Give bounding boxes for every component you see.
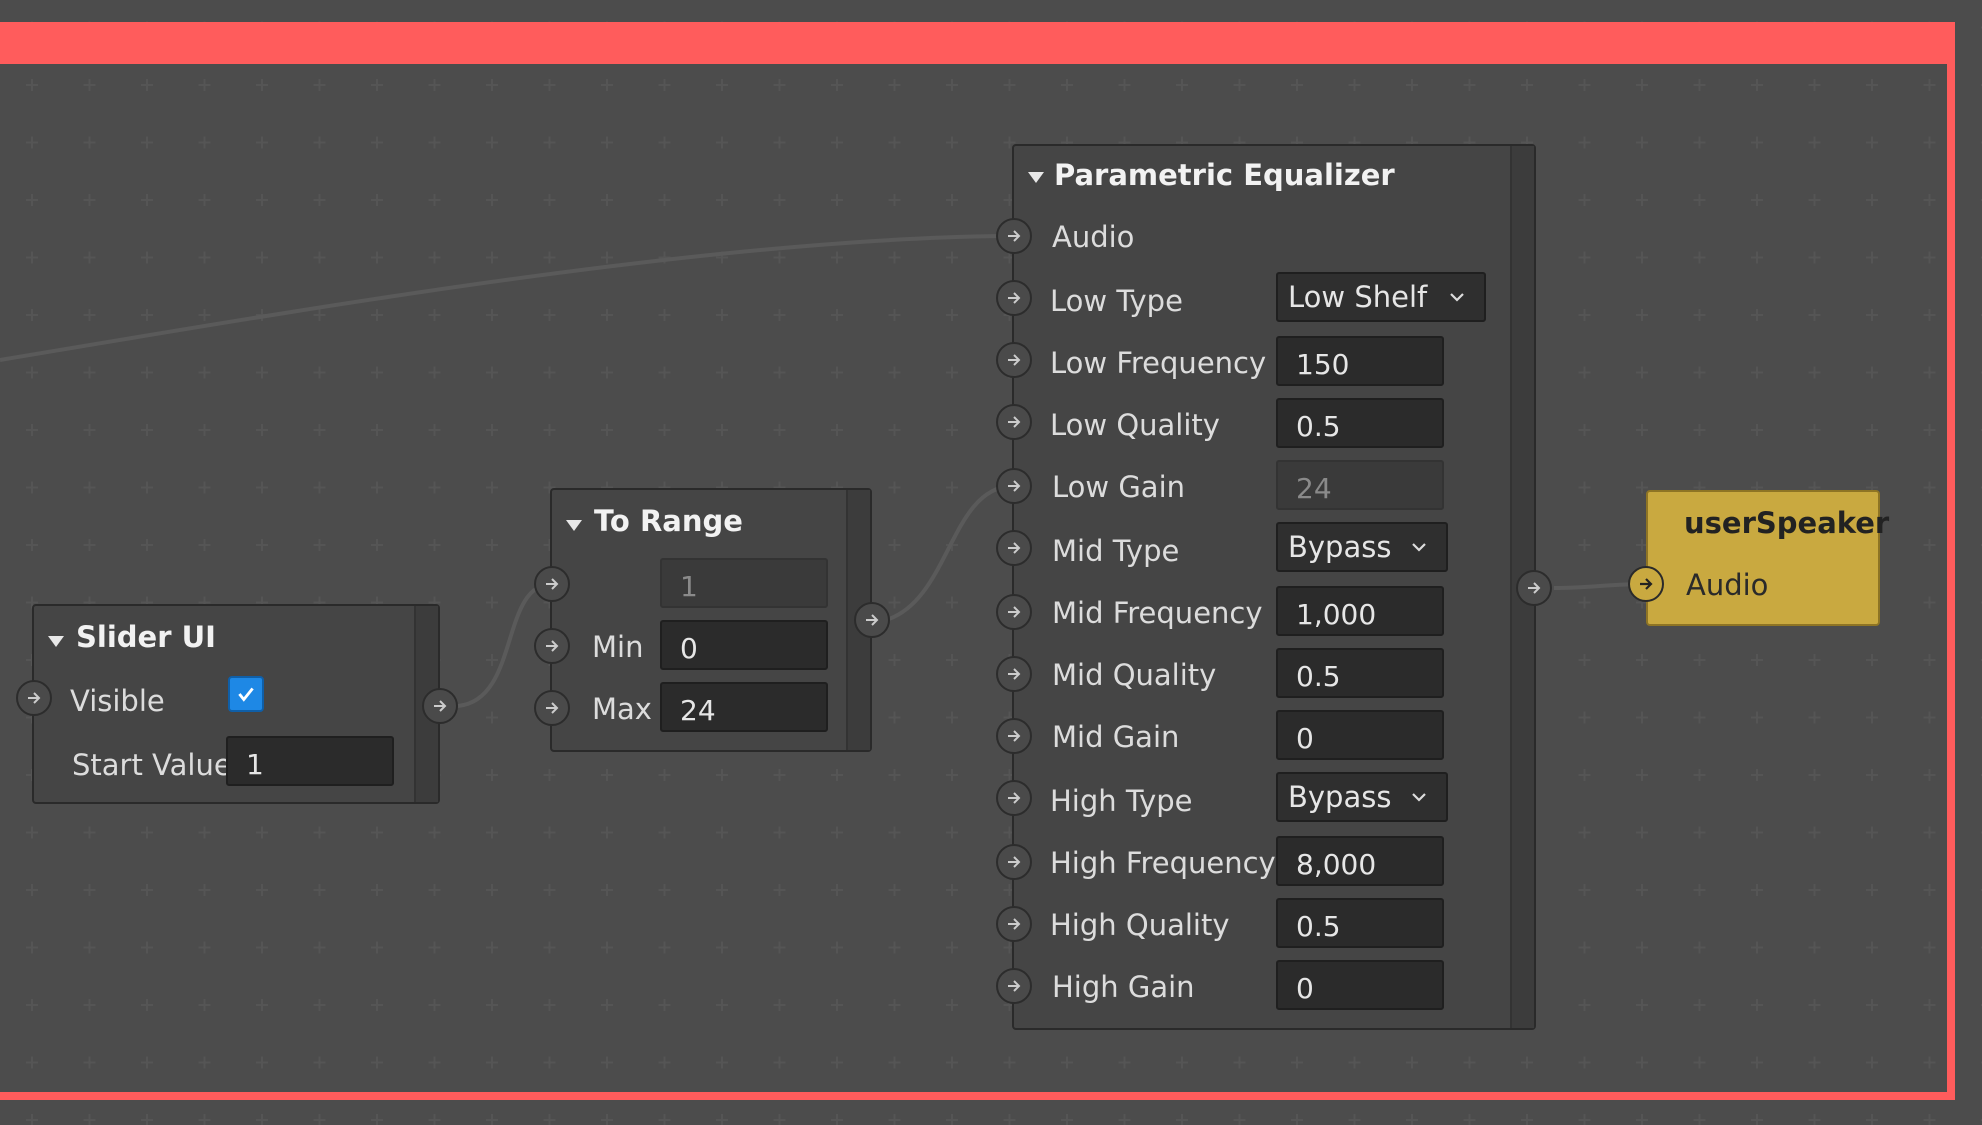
high-quality-label: High Quality [1050, 908, 1230, 942]
to-range-input-port[interactable] [534, 566, 570, 602]
high-quality-input[interactable]: 0.5 [1276, 898, 1444, 948]
arrow-right-icon [1008, 292, 1021, 304]
high-type-value: Bypass [1288, 780, 1392, 814]
eq-mid-type-port[interactable] [996, 530, 1032, 566]
slider-output-port[interactable] [422, 688, 458, 724]
mid-type-select[interactable]: Bypass [1276, 522, 1448, 572]
max-label: Max [592, 692, 652, 726]
range-input-field: 1 [660, 558, 828, 608]
visible-checkbox[interactable] [228, 676, 264, 712]
mid-gain-input[interactable]: 0 [1276, 710, 1444, 760]
low-gain-label: Low Gain [1052, 470, 1186, 504]
chevron-down-icon [1450, 293, 1464, 302]
arrow-right-icon [1008, 856, 1021, 868]
eq-low-gain-port[interactable] [996, 468, 1032, 504]
collapse-triangle-icon[interactable] [1028, 172, 1044, 183]
arrow-right-icon [1008, 480, 1021, 492]
low-quality-label: Low Quality [1050, 408, 1220, 442]
arrow-right-icon [1008, 668, 1021, 680]
mid-quality-label: Mid Quality [1052, 658, 1217, 692]
collapse-triangle-icon[interactable] [48, 636, 64, 647]
checkmark-icon [238, 687, 254, 702]
low-frequency-input[interactable]: 150 [1276, 336, 1444, 386]
eq-mid-frequency-port[interactable] [996, 594, 1032, 630]
speaker-audio-input-port[interactable] [1628, 566, 1664, 602]
eq-mid-quality-port[interactable] [996, 656, 1032, 692]
node-title: userSpeaker [1684, 506, 1890, 540]
min-label: Min [592, 630, 644, 664]
speaker-audio-label: Audio [1686, 568, 1769, 602]
arrow-right-icon [434, 700, 447, 712]
mid-type-value: Bypass [1288, 530, 1392, 564]
low-quality-input[interactable]: 0.5 [1276, 398, 1444, 448]
eq-low-frequency-port[interactable] [996, 342, 1032, 378]
arrow-right-icon [1008, 354, 1021, 366]
low-type-select[interactable]: Low Shelf [1276, 272, 1486, 322]
eq-high-frequency-port[interactable] [996, 844, 1032, 880]
min-input[interactable]: 0 [660, 620, 828, 670]
low-frequency-label: Low Frequency [1050, 346, 1267, 380]
max-input-port[interactable] [534, 690, 570, 726]
mid-quality-input[interactable]: 0.5 [1276, 648, 1444, 698]
min-input-port[interactable] [534, 628, 570, 664]
chevron-down-icon [1412, 543, 1426, 552]
high-type-label: High Type [1050, 784, 1193, 818]
arrow-right-icon [1008, 980, 1021, 992]
slider-ui-node[interactable]: Slider UI Visible Start Value 1 [32, 604, 440, 804]
to-range-node[interactable]: To Range 1 Min 0 Max 24 [550, 488, 872, 752]
user-speaker-node[interactable]: userSpeaker Audio [1646, 490, 1889, 626]
eq-high-type-port[interactable] [996, 780, 1032, 816]
parametric-equalizer-node[interactable]: Parametric Equalizer Audio Low Type Low … [1012, 144, 1536, 1030]
node-title: Parametric Equalizer [1054, 158, 1395, 192]
chevron-down-icon [1412, 793, 1426, 802]
eq-output-port[interactable] [1516, 570, 1552, 606]
mid-type-label: Mid Type [1052, 534, 1180, 568]
high-frequency-input[interactable]: 8,000 [1276, 836, 1444, 886]
to-range-output-port[interactable] [854, 602, 890, 638]
mid-frequency-input[interactable]: 1,000 [1276, 586, 1444, 636]
arrow-right-icon [1008, 230, 1021, 242]
arrow-right-icon [1008, 542, 1021, 554]
mid-gain-label: Mid Gain [1052, 720, 1180, 754]
start-value-label: Start Value [72, 748, 232, 782]
low-type-value: Low Shelf [1288, 280, 1428, 314]
eq-mid-gain-port[interactable] [996, 718, 1032, 754]
high-gain-input[interactable]: 0 [1276, 960, 1444, 1010]
arrow-right-icon [546, 640, 559, 652]
arrow-right-icon [1008, 918, 1021, 930]
arrow-right-icon [1528, 582, 1541, 594]
wire-range-to-lowgain [885, 484, 1013, 622]
slider-visible-input-port[interactable] [16, 680, 52, 716]
low-gain-input: 24 [1276, 460, 1444, 510]
eq-low-type-port[interactable] [996, 280, 1032, 316]
arrow-right-icon [1008, 792, 1021, 804]
high-type-select[interactable]: Bypass [1276, 772, 1448, 822]
eq-high-gain-port[interactable] [996, 968, 1032, 1004]
max-input[interactable]: 24 [660, 682, 828, 732]
low-type-label: Low Type [1050, 284, 1183, 318]
eq-audio-input-port[interactable] [996, 218, 1032, 254]
audio-label: Audio [1052, 220, 1135, 254]
high-frequency-label: High Frequency [1050, 846, 1276, 880]
high-gain-label: High Gain [1052, 970, 1195, 1004]
arrow-right-icon [28, 692, 41, 704]
mid-frequency-label: Mid Frequency [1052, 596, 1263, 630]
eq-high-quality-port[interactable] [996, 906, 1032, 942]
arrow-right-icon [546, 702, 559, 714]
eq-low-quality-port[interactable] [996, 404, 1032, 440]
arrow-right-icon [1640, 578, 1653, 590]
arrow-right-icon [1008, 416, 1021, 428]
node-title: Slider UI [76, 620, 216, 654]
arrow-right-icon [546, 578, 559, 590]
arrow-right-icon [1008, 606, 1021, 618]
wire-audio-in [0, 234, 1001, 362]
visible-label: Visible [70, 684, 165, 718]
arrow-right-icon [1008, 730, 1021, 742]
arrow-right-icon [866, 614, 879, 626]
start-value-input[interactable]: 1 [226, 736, 394, 786]
collapse-triangle-icon[interactable] [566, 520, 582, 531]
node-title: To Range [594, 504, 743, 538]
